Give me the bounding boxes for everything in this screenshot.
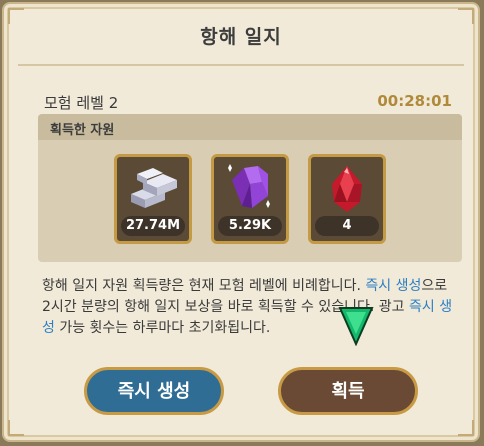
red-gem-icon bbox=[311, 159, 383, 219]
resource-item-crystal[interactable]: 5.29K bbox=[211, 154, 289, 244]
resource-count: 5.29K bbox=[218, 216, 282, 236]
corner-ornament bbox=[458, 420, 474, 436]
resources-header: 획득한 자원 bbox=[38, 114, 462, 140]
title-divider bbox=[18, 64, 464, 66]
adventure-level: 모험 레벨 2 bbox=[44, 94, 119, 112]
countdown-timer: 00:28:01 bbox=[377, 92, 452, 110]
instant-generate-link[interactable]: 즉시 생성 bbox=[365, 278, 421, 294]
resources-box: 획득한 자원 27.74M 5.29K 4 bbox=[38, 114, 462, 262]
purple-crystal-icon bbox=[214, 159, 286, 219]
description-text: 항해 일지 자원 획득량은 현재 모험 레벨에 비례합니다. 즉시 생성으로 2… bbox=[42, 278, 453, 336]
instant-generate-button[interactable]: 즉시 생성 bbox=[84, 367, 224, 415]
resource-item-red-gem[interactable]: 4 bbox=[308, 154, 386, 244]
corner-ornament bbox=[8, 420, 24, 436]
resource-item-silver[interactable]: 27.74M bbox=[114, 154, 192, 244]
get-button[interactable]: 획득 bbox=[278, 367, 418, 415]
silver-ingots-icon bbox=[117, 159, 189, 219]
pointer-cursor-icon bbox=[338, 306, 374, 350]
panel-title: 항해 일지 bbox=[200, 26, 282, 48]
resource-count: 27.74M bbox=[121, 216, 185, 236]
resource-count: 4 bbox=[315, 216, 379, 236]
voyage-log-panel: 항해 일지 모험 레벨 2 00:28:01 획득한 자원 27.74M 5.2… bbox=[2, 2, 480, 442]
resources-header-label: 획득한 자원 bbox=[50, 123, 115, 138]
